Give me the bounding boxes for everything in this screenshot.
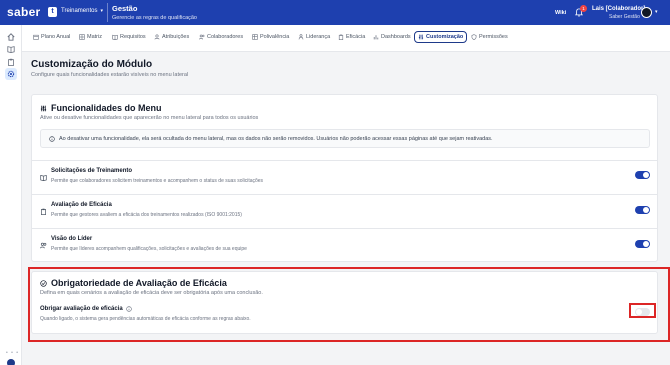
solicitacoes-toggle[interactable] — [635, 171, 650, 179]
avatar[interactable] — [7, 359, 15, 365]
clipboard-icon[interactable] — [5, 56, 17, 68]
people-icon — [40, 236, 47, 249]
section-subtitle: Ative ou desative funcionalidades que ap… — [40, 115, 259, 121]
grid-icon — [79, 34, 85, 40]
section-title: Funcionalidades do Menu — [40, 103, 162, 113]
sliders-icon — [40, 105, 47, 111]
tab-lideranca[interactable]: Liderança — [295, 31, 333, 43]
book-icon — [40, 168, 47, 182]
tab-eficacia[interactable]: Eficácia — [335, 31, 368, 43]
header-title: Gestão — [112, 4, 138, 13]
tab-matriz[interactable]: Matriz — [76, 31, 105, 43]
sliders-icon — [418, 34, 424, 40]
feature-title: Solicitações de Treinamento — [51, 168, 133, 174]
chevron-down-icon[interactable]: ▾ — [655, 9, 658, 15]
feature-desc: Permite que colaboradores solicitem trei… — [51, 178, 264, 184]
feature-row-eficacia: Avaliação de Eficácia Permite que gestor… — [32, 194, 657, 228]
page-subtitle: Configure quais funcionalidades estarão … — [31, 72, 189, 78]
info-alert: Ao desativar uma funcionalidade, ela ser… — [40, 129, 650, 148]
page-title: Customização do Módulo — [31, 59, 153, 70]
saber-logo[interactable]: saber — [7, 5, 41, 19]
people-icon — [298, 34, 304, 40]
calendar-icon — [33, 34, 39, 40]
toggle-knob — [643, 207, 649, 213]
clipboard-icon — [338, 34, 344, 40]
more-dots: • • • — [6, 350, 20, 356]
feature-title: Visão do Líder — [51, 236, 93, 242]
book-icon[interactable] — [5, 43, 17, 55]
bar-chart-icon — [373, 35, 379, 40]
tab-customizacao[interactable]: Customização — [414, 31, 468, 43]
feature-title: Avaliação de Eficácia — [51, 202, 112, 208]
table-icon — [252, 34, 258, 40]
module-tabs: Plano Anual Matriz Requisitos Atribuiçõe… — [22, 25, 670, 52]
menu-features-card: Funcionalidades do Menu Ative ou desativ… — [31, 94, 658, 262]
clipboard-icon — [40, 202, 47, 215]
left-sidebar: • • • — [0, 0, 22, 365]
tab-atribuicoes[interactable]: Atribuições — [151, 31, 192, 43]
module-selector[interactable]: Treinamentos ▾ — [61, 8, 103, 14]
feature-row-visao-lider: Visão do Líder Permite que líderes acomp… — [32, 228, 657, 262]
toggle-knob — [643, 172, 649, 178]
user-role: Saber Gestão — [609, 14, 640, 20]
shield-icon — [471, 34, 477, 40]
wiki-link[interactable]: Wiki — [555, 10, 566, 16]
users-icon — [199, 34, 205, 40]
tab-dashboards[interactable]: Dashboards — [370, 31, 414, 43]
user-icon — [154, 34, 160, 40]
toggle-knob — [643, 241, 649, 247]
eficacia-toggle[interactable] — [635, 206, 650, 214]
highlight-box — [28, 267, 670, 342]
header-subtitle: Gerencie as regras de qualificação — [112, 15, 197, 21]
home-icon[interactable] — [5, 31, 17, 43]
feature-desc: Permite que líderes acompanhem qualifica… — [51, 246, 247, 252]
user-name[interactable]: Lais [Colaborador] — [592, 6, 645, 12]
book-icon — [112, 34, 118, 40]
top-header: saber t Treinamentos ▾ Gestão Gerencie as… — [0, 0, 670, 25]
module-label: Treinamentos — [61, 8, 98, 14]
tab-permissoes[interactable]: Permissões — [468, 31, 511, 43]
tab-colaboradores[interactable]: Colaboradores — [196, 31, 246, 43]
feature-desc: Permite que gestores avaliem a eficácia … — [51, 212, 242, 218]
tab-plano-anual[interactable]: Plano Anual — [30, 31, 73, 43]
tab-requisitos[interactable]: Requisitos — [109, 31, 149, 43]
header-divider — [107, 3, 108, 22]
logo-badge: t — [48, 7, 57, 17]
visao-lider-toggle[interactable] — [635, 240, 650, 248]
tab-polivalencia[interactable]: Polivalência — [249, 31, 292, 43]
notification-badge: 1 — [580, 5, 587, 12]
gear-icon[interactable] — [5, 68, 17, 80]
info-icon — [49, 135, 55, 142]
avatar[interactable] — [641, 7, 652, 18]
info-text: Ao desativar uma funcionalidade, ela ser… — [59, 135, 493, 142]
chevron-down-icon: ▾ — [100, 8, 103, 14]
feature-row-solicitacoes: Solicitações de Treinamento Permite que … — [32, 160, 657, 194]
toggle-highlight-box — [629, 303, 656, 318]
